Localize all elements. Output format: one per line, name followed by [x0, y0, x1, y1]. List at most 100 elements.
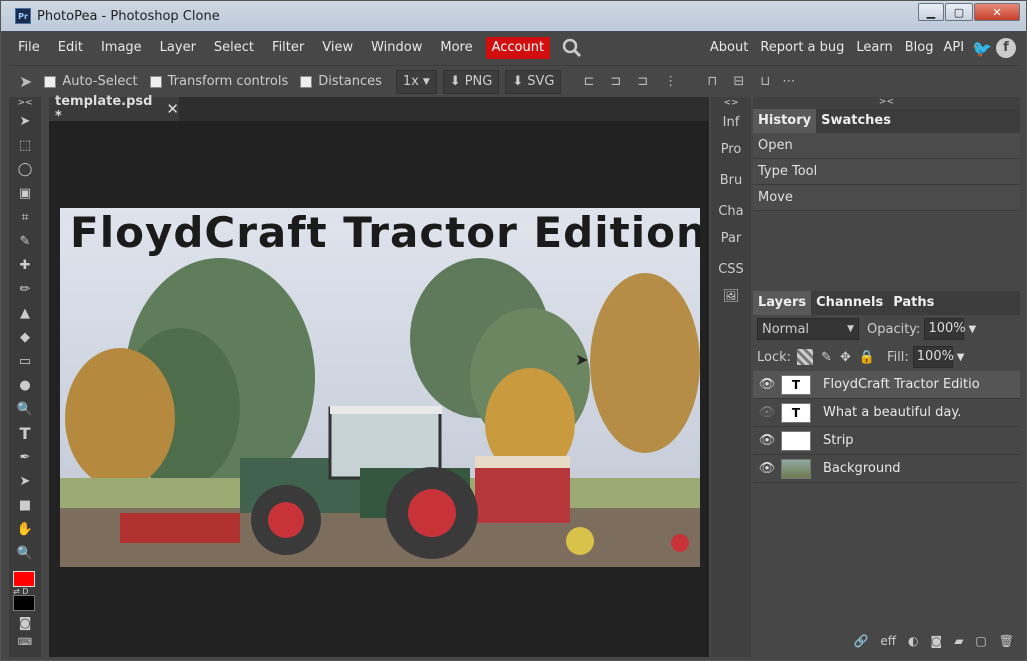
- stamp-tool[interactable]: ▲: [9, 301, 41, 325]
- eyedropper-tool[interactable]: ✎: [9, 229, 41, 253]
- mini-panel-css[interactable]: CSS: [711, 256, 751, 283]
- background-color[interactable]: [13, 595, 35, 611]
- menu-about[interactable]: About: [704, 37, 754, 59]
- document-tab[interactable]: template.psd * ✕: [49, 94, 179, 124]
- collapse-icon[interactable]: <>: [711, 97, 751, 109]
- visibility-eye-icon[interactable]: 👁: [753, 461, 781, 476]
- align-middle-icon[interactable]: ⊟: [733, 74, 744, 89]
- align-top-icon[interactable]: ⊓: [707, 74, 717, 89]
- visibility-eye-icon[interactable]: 👁: [753, 433, 781, 448]
- lock-move-icon[interactable]: ✥: [840, 350, 851, 365]
- search-icon[interactable]: [562, 38, 582, 58]
- mini-panel-brush[interactable]: Bru: [711, 167, 751, 194]
- adjustment-icon[interactable]: ◐: [908, 634, 918, 648]
- menu-more[interactable]: More: [431, 37, 481, 59]
- tab-paths[interactable]: Paths: [888, 291, 939, 315]
- layer-row[interactable]: 👁 Background: [753, 455, 1020, 483]
- maximize-button[interactable]: ▢: [945, 3, 973, 21]
- hand-tool[interactable]: ✋: [9, 517, 41, 541]
- distances-checkbox[interactable]: Distances: [300, 74, 382, 89]
- effects-button[interactable]: eff: [880, 634, 896, 648]
- menu-filter[interactable]: Filter: [263, 37, 313, 59]
- align-center-icon[interactable]: ⊐: [610, 74, 621, 89]
- twitter-icon[interactable]: 🐦: [972, 39, 992, 58]
- eraser-tool[interactable]: ◆: [9, 325, 41, 349]
- menu-view[interactable]: View: [313, 37, 362, 59]
- history-item[interactable]: Type Tool: [753, 159, 1020, 185]
- account-button[interactable]: Account: [485, 37, 551, 59]
- align-bottom-icon[interactable]: ⊔: [760, 74, 770, 89]
- menu-report-bug[interactable]: Report a bug: [754, 37, 850, 59]
- crop-tool[interactable]: ⌗: [9, 205, 41, 229]
- blend-mode-select[interactable]: Normal ▼: [757, 318, 859, 340]
- distribute-icon[interactable]: ⋮: [664, 74, 677, 89]
- collapse-icon[interactable]: ><: [753, 97, 1020, 109]
- foreground-color[interactable]: [13, 571, 35, 587]
- new-layer-icon[interactable]: ▢: [975, 634, 986, 648]
- menu-learn[interactable]: Learn: [850, 37, 898, 59]
- marquee-tool[interactable]: ⬚: [9, 133, 41, 157]
- collapse-icon[interactable]: ><: [9, 97, 41, 109]
- menu-layer[interactable]: Layer: [151, 37, 205, 59]
- align-left-icon[interactable]: ⊏: [583, 74, 594, 89]
- tab-channels[interactable]: Channels: [811, 291, 888, 315]
- gradient-tool[interactable]: ▭: [9, 349, 41, 373]
- trash-icon[interactable]: 🗑: [999, 634, 1014, 648]
- align-right-icon[interactable]: ⊐: [637, 74, 648, 89]
- mini-panel-character[interactable]: Cha: [711, 198, 751, 225]
- mini-panel-info[interactable]: Inf: [711, 109, 751, 136]
- tab-swatches[interactable]: Swatches: [816, 109, 896, 133]
- brush-tool[interactable]: ✏: [9, 277, 41, 301]
- layer-row[interactable]: 👁 Strip: [753, 427, 1020, 455]
- zoom-select[interactable]: 1x ▼: [395, 69, 437, 94]
- quick-mask-icon[interactable]: ◙: [9, 611, 41, 635]
- mini-panel-paragraph[interactable]: Par: [711, 225, 751, 252]
- menu-edit[interactable]: Edit: [49, 37, 92, 59]
- fill-dropdown-icon[interactable]: ▼: [957, 352, 965, 363]
- close-window-button[interactable]: ✕: [974, 3, 1020, 21]
- path-select-tool[interactable]: ➤: [9, 469, 41, 493]
- menu-select[interactable]: Select: [205, 37, 263, 59]
- dodge-tool[interactable]: 🔍: [9, 397, 41, 421]
- keyboard-icon[interactable]: ⌨: [9, 635, 41, 649]
- mask-icon[interactable]: ◙: [931, 634, 943, 648]
- menu-api[interactable]: API: [940, 37, 969, 59]
- history-item[interactable]: Open: [753, 133, 1020, 159]
- opacity-input[interactable]: 100%: [924, 318, 966, 340]
- menu-window[interactable]: Window: [362, 37, 431, 59]
- image-icon[interactable]: 🖼: [711, 283, 751, 310]
- menu-file[interactable]: File: [9, 37, 49, 59]
- facebook-icon[interactable]: f: [996, 38, 1016, 58]
- visibility-eye-icon[interactable]: 👁: [753, 377, 781, 392]
- auto-select-checkbox[interactable]: Auto-Select: [44, 74, 138, 89]
- healing-tool[interactable]: ✚: [9, 253, 41, 277]
- tab-history[interactable]: History: [753, 109, 817, 133]
- minimize-button[interactable]: ▁: [918, 3, 944, 21]
- zoom-tool[interactable]: 🔍: [9, 541, 41, 565]
- lock-brush-icon[interactable]: ✎: [821, 350, 832, 365]
- quick-select-tool[interactable]: ▣: [9, 181, 41, 205]
- canvas[interactable]: FloydCraft Tractor Edition: [60, 208, 700, 567]
- transform-controls-checkbox[interactable]: Transform controls: [149, 74, 288, 89]
- lock-all-icon[interactable]: 🔒: [859, 350, 875, 365]
- fill-input[interactable]: 100%: [912, 346, 954, 368]
- layer-row[interactable]: 👁 T What a beautiful day.: [753, 399, 1020, 427]
- mini-panel-properties[interactable]: Pro: [711, 136, 751, 163]
- export-svg-button[interactable]: ⬇ SVG: [505, 69, 562, 94]
- lock-transparency-icon[interactable]: [797, 349, 814, 365]
- close-tab-icon[interactable]: ✕: [166, 100, 179, 118]
- history-item[interactable]: Move: [753, 185, 1020, 211]
- visibility-eye-icon[interactable]: 👁: [753, 405, 781, 420]
- pen-tool[interactable]: ✒: [9, 445, 41, 469]
- folder-icon[interactable]: ▰: [954, 634, 963, 648]
- type-tool[interactable]: T: [9, 421, 41, 445]
- distribute-h-icon[interactable]: ⋯: [782, 74, 795, 89]
- lasso-tool[interactable]: ◯: [9, 157, 41, 181]
- move-tool[interactable]: ➤: [9, 109, 41, 133]
- opacity-dropdown-icon[interactable]: ▼: [968, 324, 976, 335]
- layer-row[interactable]: 👁 T FloydCraft Tractor Editio: [753, 371, 1020, 399]
- tab-layers[interactable]: Layers: [753, 291, 812, 315]
- link-icon[interactable]: 🔗: [853, 634, 868, 648]
- rectangle-tool[interactable]: ■: [9, 493, 41, 517]
- menu-image[interactable]: Image: [92, 37, 151, 59]
